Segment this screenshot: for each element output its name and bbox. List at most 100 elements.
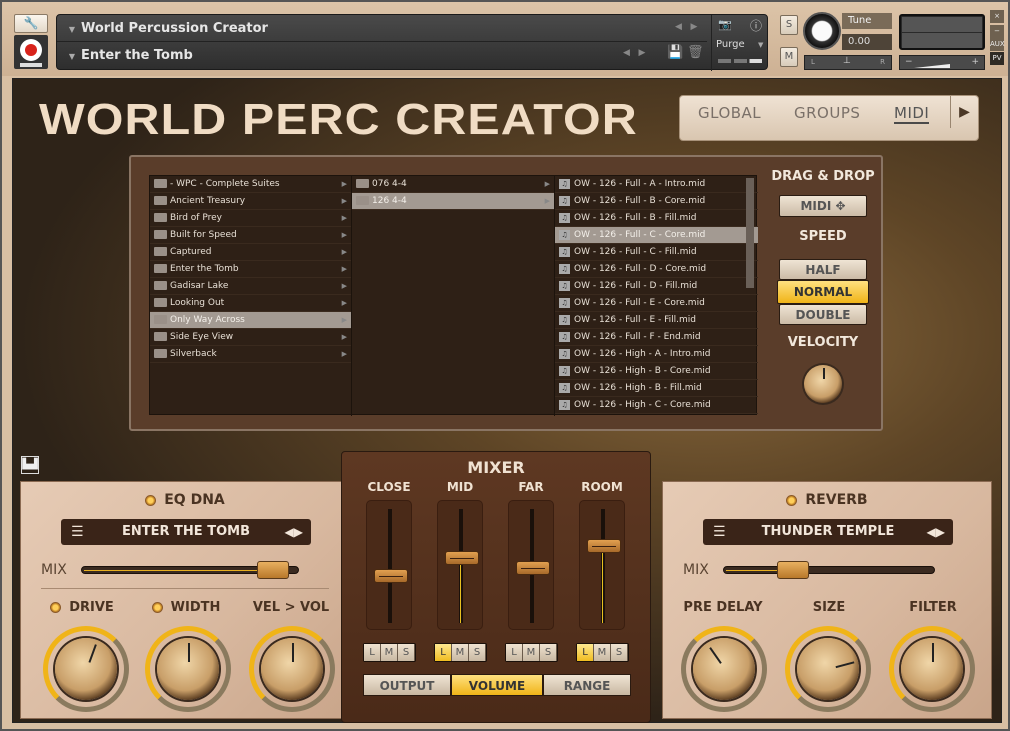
eq-mix-slider[interactable] bbox=[81, 561, 299, 579]
reverb-preset-selector[interactable]: ☰ THUNDER TEMPLE ◀▶ bbox=[703, 519, 953, 545]
width-lamp[interactable] bbox=[151, 602, 163, 613]
file-item[interactable]: ♫ OW - 126 - Full - A - Intro.mid bbox=[555, 176, 758, 193]
volume-slider[interactable]: − + bbox=[899, 55, 985, 70]
file-item[interactable]: ♫ OW - 126 - Full - D - Core.mid bbox=[555, 261, 758, 278]
lms-s-button[interactable]: S bbox=[611, 644, 628, 661]
slider-handle[interactable] bbox=[777, 561, 810, 579]
wrench-icon[interactable]: 🔧 bbox=[14, 14, 48, 33]
lms-s-button[interactable]: S bbox=[469, 644, 486, 661]
speed-normal-button[interactable]: NORMAL bbox=[777, 280, 869, 304]
info-icon[interactable]: ⓘ bbox=[750, 17, 762, 34]
size-knob[interactable] bbox=[797, 638, 859, 700]
folder-item[interactable]: Looking Out ▶ bbox=[150, 295, 351, 312]
tab-groups[interactable]: GROUPS bbox=[794, 104, 860, 122]
folder-item[interactable]: Built for Speed ▶ bbox=[150, 227, 351, 244]
fader-handle[interactable] bbox=[445, 551, 479, 565]
speed-half-button[interactable]: HALF bbox=[779, 259, 867, 280]
file-item[interactable]: ♫ OW - 126 - Full - E - Fill.mid bbox=[555, 312, 758, 329]
aux-button[interactable]: AUX bbox=[990, 38, 1005, 51]
pre-delay-knob[interactable] bbox=[693, 638, 755, 700]
tune-value[interactable]: 0.00 bbox=[842, 34, 892, 50]
pv-button[interactable]: PV bbox=[990, 52, 1004, 65]
fader-handle[interactable] bbox=[374, 569, 408, 583]
eq-preset-selector[interactable]: ☰ ENTER THE TOMB ◀▶ bbox=[61, 519, 311, 545]
fader-handle[interactable] bbox=[587, 539, 621, 553]
minimize-button[interactable]: − bbox=[990, 25, 1004, 38]
instrument-name-row[interactable]: ▼ World Percussion Creator bbox=[57, 15, 707, 42]
file-item[interactable]: ♫ OW - 126 - Full - B - Fill.mid bbox=[555, 210, 758, 227]
lms-l-button[interactable]: L bbox=[364, 644, 381, 661]
tab-global[interactable]: GLOBAL bbox=[698, 104, 761, 122]
folder-item[interactable]: Enter the Tomb ▶ bbox=[150, 261, 351, 278]
vel-vol-knob[interactable] bbox=[261, 638, 323, 700]
pan-slider[interactable]: L ⊥ R bbox=[804, 55, 892, 70]
instrument-prev-next[interactable]: ◀ ▶ bbox=[675, 22, 697, 32]
folder-item[interactable]: Bird of Prey ▶ bbox=[150, 210, 351, 227]
file-item[interactable]: ♫ OW - 126 - Full - E - Core.mid bbox=[555, 295, 758, 312]
pan-handle[interactable]: ⊥ bbox=[843, 56, 851, 66]
prev-next-arrows-icon[interactable]: ◀▶ bbox=[285, 519, 303, 545]
prev-next-arrows-icon[interactable]: ◀▶ bbox=[927, 519, 945, 545]
lms-l-button[interactable]: L bbox=[506, 644, 523, 661]
lms-m-button[interactable]: M bbox=[381, 644, 398, 661]
folder-item[interactable]: Silverback ▶ bbox=[150, 346, 351, 363]
drive-lamp[interactable] bbox=[50, 602, 62, 613]
folder-item[interactable]: Ancient Treasury ▶ bbox=[150, 193, 351, 210]
trash-icon[interactable]: 🗑 bbox=[687, 45, 704, 60]
width-knob[interactable] bbox=[157, 638, 219, 700]
dropdown-arrow-icon[interactable]: ▼ bbox=[63, 43, 81, 70]
eq-view-icon[interactable]: ▙▟ bbox=[21, 456, 39, 474]
channel-fader[interactable] bbox=[508, 500, 554, 630]
record-button[interactable] bbox=[14, 35, 48, 69]
channel-fader[interactable] bbox=[437, 500, 483, 630]
camera-icon[interactable]: 📷 bbox=[718, 18, 732, 31]
subfolder-item[interactable]: 076 4-4 ▶ bbox=[352, 176, 554, 193]
channel-fader[interactable] bbox=[366, 500, 412, 630]
slider-handle[interactable] bbox=[256, 561, 289, 579]
lms-l-button[interactable]: L bbox=[435, 644, 452, 661]
file-item[interactable]: ♫ OW - 126 - High - C - Core.mid bbox=[555, 397, 758, 414]
drive-knob[interactable] bbox=[55, 638, 117, 700]
preset-name-row[interactable]: ▼ Enter the Tomb bbox=[57, 42, 707, 69]
preset-prev-next[interactable]: ◀ ▶ bbox=[623, 48, 645, 58]
folder-item[interactable]: Side Eye View ▶ bbox=[150, 329, 351, 346]
folder-item[interactable]: Only Way Across ▶ bbox=[150, 312, 351, 329]
dropdown-arrow-icon[interactable]: ▼ bbox=[63, 16, 81, 43]
file-item[interactable]: ♫ OW - 126 - Full - C - Core.mid bbox=[555, 227, 758, 244]
file-item[interactable]: ♫ OW - 126 - High - A - Intro.mid bbox=[555, 346, 758, 363]
tab-midi[interactable]: MIDI bbox=[894, 104, 930, 124]
lms-m-button[interactable]: M bbox=[452, 644, 469, 661]
lms-m-button[interactable]: M bbox=[523, 644, 540, 661]
lms-s-button[interactable]: S bbox=[398, 644, 415, 661]
folder-item[interactable]: Gadisar Lake ▶ bbox=[150, 278, 351, 295]
subfolder-item[interactable]: 126 4-4 ▶ bbox=[352, 193, 554, 210]
save-icon[interactable]: 💾 bbox=[667, 45, 683, 60]
file-item[interactable]: ♫ OW - 126 - High - B - Fill.mid bbox=[555, 380, 758, 397]
mode-volume-button[interactable]: VOLUME bbox=[451, 674, 543, 696]
mute-button[interactable]: M bbox=[780, 47, 798, 67]
tune-knob[interactable] bbox=[803, 12, 841, 50]
mode-range-button[interactable]: RANGE bbox=[543, 674, 631, 696]
lms-m-button[interactable]: M bbox=[594, 644, 611, 661]
file-item[interactable]: ♫ OW - 126 - Full - C - Fill.mid bbox=[555, 244, 758, 261]
filter-knob[interactable] bbox=[901, 638, 963, 700]
file-item[interactable]: ♫ OW - 126 - Full - B - Core.mid bbox=[555, 193, 758, 210]
solo-button[interactable]: S bbox=[780, 15, 798, 35]
channel-fader[interactable] bbox=[579, 500, 625, 630]
reverb-mix-slider[interactable] bbox=[723, 561, 935, 579]
menu-icon[interactable]: ☰ bbox=[71, 519, 84, 545]
speed-double-button[interactable]: DOUBLE bbox=[779, 304, 867, 325]
reverb-power-lamp[interactable] bbox=[786, 494, 798, 506]
fader-handle[interactable] bbox=[516, 561, 550, 575]
midi-drag-button[interactable]: MIDI ✥ bbox=[779, 195, 867, 217]
file-item[interactable]: ♫ OW - 126 - Full - D - Fill.mid bbox=[555, 278, 758, 295]
eq-power-lamp[interactable] bbox=[145, 494, 157, 506]
scrollbar[interactable] bbox=[746, 178, 754, 288]
menu-icon[interactable]: ☰ bbox=[713, 519, 726, 545]
folder-item[interactable]: Captured ▶ bbox=[150, 244, 351, 261]
lms-s-button[interactable]: S bbox=[540, 644, 557, 661]
folder-item[interactable]: - WPC - Complete Suites ▶ bbox=[150, 176, 351, 193]
mode-output-button[interactable]: OUTPUT bbox=[363, 674, 451, 696]
velocity-knob[interactable] bbox=[804, 365, 842, 403]
purge-dropdown[interactable]: Purge bbox=[716, 39, 745, 50]
